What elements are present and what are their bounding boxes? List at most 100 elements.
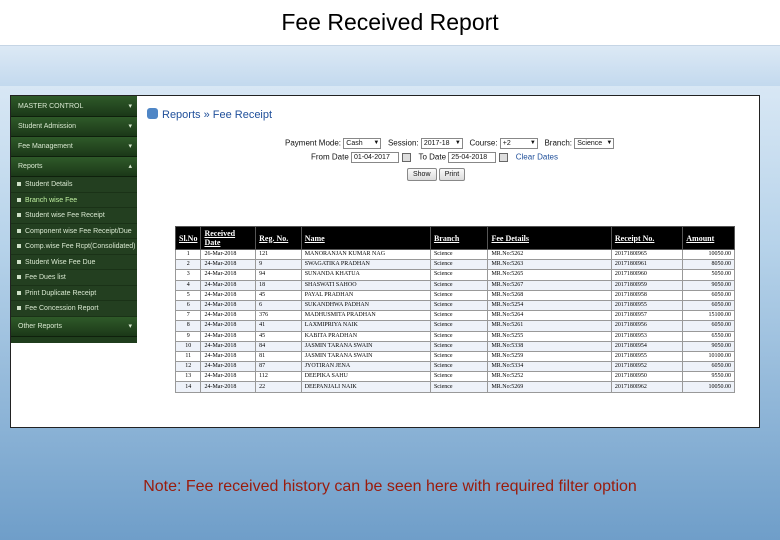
column-header[interactable]: Branch xyxy=(429,226,489,250)
calendar-icon[interactable] xyxy=(499,153,509,162)
table-cell: Science xyxy=(429,310,489,322)
table-cell: MANORANJAN KUMAR NAG xyxy=(300,248,431,261)
payment-mode-value: Cash xyxy=(346,140,363,147)
table-cell: 87 xyxy=(255,361,302,373)
table-cell: 9 xyxy=(255,259,302,271)
sidebar-item-fee-management[interactable]: Fee Management ▾ xyxy=(11,137,137,157)
table-cell: MR.No:5255 xyxy=(487,330,612,342)
sidebar-subitem-branch-wise-fee[interactable]: Branch wise Fee xyxy=(11,192,137,208)
table-cell: 5050.00 xyxy=(682,269,735,281)
fee-receipt-table: Sl.No Received Date Reg. No. Name Branch… xyxy=(174,226,735,393)
table-cell: MR.No:5259 xyxy=(487,350,612,363)
sidebar-subitem-print-duplicate-receipt[interactable]: Print Duplicate Receipt xyxy=(11,285,137,301)
sidebar-item-student-admission[interactable]: Student Admission ▾ xyxy=(11,117,137,137)
sidebar-subitem-student-details[interactable]: Student Details xyxy=(11,177,137,193)
table-cell: 24-Mar-2018 xyxy=(200,340,257,352)
table-cell: 1 xyxy=(174,248,202,261)
branch-value: Science xyxy=(577,140,603,147)
sidebar-subitem-student-wise-fee-due[interactable]: Student Wise Fee Due xyxy=(11,254,137,270)
table-cell: 4 xyxy=(174,279,202,291)
bullet-icon xyxy=(17,259,21,264)
table-cell: 10050.00 xyxy=(682,248,735,261)
sidebar-subitem-fee-dues-list[interactable]: Fee Dues list xyxy=(11,270,137,286)
course-select[interactable]: +2 ▼ xyxy=(499,138,538,149)
table-row: 11 24-Mar-2018 81 JASMIN TARANA SWAIN Scienc… xyxy=(174,350,735,363)
table-cell: Science xyxy=(429,269,489,281)
table-cell: MR.No:5262 xyxy=(487,248,612,261)
branch-select[interactable]: Science ▼ xyxy=(574,138,615,149)
table-cell: 81 xyxy=(255,350,302,363)
to-date-input[interactable]: 25-04-2018 xyxy=(448,152,497,163)
table-row: 10 24-Mar-2018 84 JASMIN TARANA SWAIN Scienc… xyxy=(174,340,735,352)
bullet-icon xyxy=(17,275,21,280)
table-cell: MR.No:5261 xyxy=(487,320,612,332)
table-cell: Science xyxy=(429,381,489,393)
show-button[interactable]: Show xyxy=(407,168,437,181)
table-cell: 112 xyxy=(255,371,302,383)
column-header[interactable]: Fee Details xyxy=(487,226,612,250)
table-cell: Science xyxy=(429,259,489,271)
dropdown-arrow-icon: ▼ xyxy=(529,140,536,146)
table-cell: 2017180I950 xyxy=(610,371,684,383)
table-cell: 2017180I956 xyxy=(610,320,684,332)
column-header[interactable]: Sl.No xyxy=(174,226,202,250)
table-row: 6 24-Mar-2018 6 SUKANDHWA PADHAN Science MR.N… xyxy=(174,299,735,312)
table-row: 9 24-Mar-2018 45 KABITA PRADHAN Science MR.No… xyxy=(174,330,735,342)
clear-dates-link[interactable]: Clear Dates xyxy=(516,153,558,162)
column-header[interactable]: Receipt No. xyxy=(610,226,684,250)
sidebar-subitem-component-wise-fee[interactable]: Component wise Fee Receipt/Due xyxy=(11,223,137,239)
calendar-icon[interactable] xyxy=(402,153,412,162)
app-screenshot: MASTER CONTROL ▾ Student Admission ▾ Fee M… xyxy=(10,95,760,428)
table-cell: 24-Mar-2018 xyxy=(200,350,257,363)
table-cell: MR.No:5252 xyxy=(487,371,612,383)
session-value: 2017-18 xyxy=(423,140,450,147)
table-cell: Science xyxy=(429,320,489,332)
table-cell: Science xyxy=(429,350,489,363)
table-row: 5 24-Mar-2018 45 PAYAL PRADHAN Science MR.No:… xyxy=(174,289,735,301)
table-row: 13 24-Mar-2018 112 DEEPIKA SAHU Science MR.No… xyxy=(174,371,735,383)
column-header[interactable]: Amount xyxy=(682,226,735,250)
chevron-down-icon: ▾ xyxy=(128,103,132,110)
table-cell: 10050.00 xyxy=(682,381,735,393)
table-row: 3 24-Mar-2018 94 SUNANDA KHATUA Science MR.No… xyxy=(174,269,735,281)
sidebar-subitem-label: Student Wise Fee Due xyxy=(25,258,96,266)
chevron-up-icon: ▴ xyxy=(128,163,132,170)
table-cell: 24-Mar-2018 xyxy=(200,259,257,271)
table-cell: MR.No:5254 xyxy=(487,299,612,312)
course-label: Course: xyxy=(469,138,498,148)
from-date-input[interactable]: 01-04-2017 xyxy=(351,152,400,163)
sidebar-item-label: MASTER CONTROL xyxy=(18,103,84,110)
sidebar-item-reports[interactable]: Reports ▴ xyxy=(11,157,137,177)
print-button[interactable]: Print xyxy=(438,168,466,181)
table-cell: 24-Mar-2018 xyxy=(200,310,257,322)
session-label: Session: xyxy=(387,138,419,148)
table-cell: 45 xyxy=(255,330,302,342)
column-header[interactable]: Reg. No. xyxy=(255,226,302,250)
table-cell: 24-Mar-2018 xyxy=(200,330,257,342)
table-cell: 12 xyxy=(174,361,202,373)
table-cell: 9550.00 xyxy=(682,371,735,383)
branch-label: Branch: xyxy=(544,138,573,148)
table-cell: Science xyxy=(429,299,489,312)
sidebar-subitem-comp-wise-consolidated[interactable]: Comp.wise Fee Rcpt(Consolidated) xyxy=(11,239,137,255)
header-band xyxy=(0,46,780,86)
sidebar-item-master-control[interactable]: MASTER CONTROL ▾ xyxy=(11,96,137,117)
table-cell: 24-Mar-2018 xyxy=(200,289,257,301)
column-header[interactable]: Received Date xyxy=(200,226,257,250)
table-cell: LAXMIPRIYA NAIK xyxy=(300,320,431,332)
table-row: 14 24-Mar-2018 22 DEEPANJALI NAIK Science MR.… xyxy=(174,381,735,393)
table-cell: Science xyxy=(429,371,489,383)
table-cell: 9 xyxy=(174,330,202,342)
session-select[interactable]: 2017-18 ▼ xyxy=(420,138,463,149)
sidebar-item-other-reports[interactable]: Other Reports ▾ xyxy=(11,316,137,337)
table-row: 7 24-Mar-2018 376 MADHUSMITA PRADHAN Science… xyxy=(174,310,735,322)
sidebar-subitem-label: Print Duplicate Receipt xyxy=(25,289,97,297)
table-cell: 8 xyxy=(174,320,202,332)
column-header[interactable]: Name xyxy=(300,226,431,250)
table-cell: 3 xyxy=(174,269,202,281)
sidebar-subitem-student-wise-fee-receipt[interactable]: Student wise Fee Receipt xyxy=(11,208,137,224)
payment-mode-select[interactable]: Cash ▼ xyxy=(343,138,382,149)
sidebar-subitem-fee-concession-report[interactable]: Fee Concession Report xyxy=(11,301,137,317)
bullet-icon xyxy=(17,244,21,249)
table-cell: 6050.00 xyxy=(682,320,735,332)
